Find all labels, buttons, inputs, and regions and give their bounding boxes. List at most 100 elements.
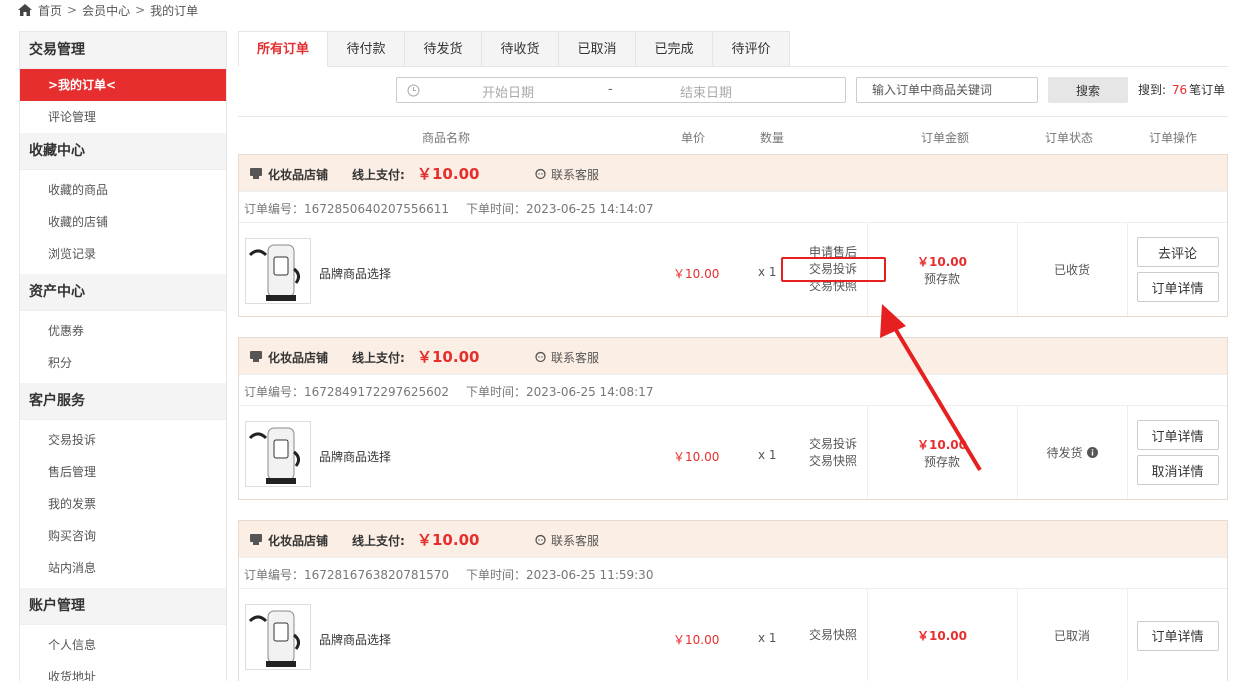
review-button[interactable]: 去评论: [1136, 237, 1219, 267]
sidebar-group-trade: 交易管理: [20, 32, 226, 69]
sidebar-item-my-orders[interactable]: >我的订单<: [20, 69, 226, 101]
sidebar-item-history[interactable]: 浏览记录: [20, 238, 226, 270]
product-name[interactable]: 品牌商品选择: [319, 631, 391, 648]
sidebar-item-points[interactable]: 积分: [20, 347, 226, 379]
search-button[interactable]: 搜索: [1048, 77, 1128, 103]
sidebar-item-fav-shops[interactable]: 收藏的店铺: [20, 206, 226, 238]
trade-snapshot-link[interactable]: 交易快照: [809, 627, 857, 644]
home-icon: [18, 4, 32, 16]
order-detail-button[interactable]: 订单详情: [1136, 420, 1219, 450]
order-links: 交易快照: [799, 589, 867, 681]
sidebar-item-reviews[interactable]: 评论管理: [20, 101, 226, 133]
breadcrumb-home[interactable]: 首页: [38, 2, 62, 19]
date-range-picker[interactable]: 开始日期 - 结束日期: [396, 77, 846, 103]
column-amount: 订单金额: [921, 131, 970, 145]
order-body: 品牌商品选择 ￥10.00 x 1 申请售后 交易投诉 交易快照 ￥10.00 …: [239, 223, 1227, 316]
order-number: 订单编号：1672816763820781570: [244, 568, 450, 582]
sidebar-group-favorites: 收藏中心: [20, 133, 226, 170]
order-operations: 订单详情: [1127, 589, 1228, 681]
result-prefix: 搜到:: [1138, 83, 1167, 97]
sidebar-item-after-sales[interactable]: 售后管理: [20, 456, 226, 488]
filter-bar: 开始日期 - 结束日期 搜索 搜到: 76笔订单: [238, 77, 1228, 117]
payment-label: 线上支付:: [352, 351, 405, 365]
trade-complaint-link[interactable]: 交易投诉: [809, 436, 857, 453]
tab-all-orders[interactable]: 所有订单: [238, 31, 328, 67]
shop-name[interactable]: 化妆品店铺: [268, 532, 328, 549]
tab-pending-payment[interactable]: 待付款: [328, 31, 405, 67]
order-amount: ￥10.00 预存款: [867, 406, 1017, 499]
product-thumbnail[interactable]: [245, 238, 311, 304]
headset-icon: [535, 534, 546, 546]
order-amount: ￥10.00 预存款: [867, 223, 1017, 316]
sidebar-item-profile[interactable]: 个人信息: [20, 629, 226, 661]
order-status: 已收货: [1017, 223, 1127, 316]
trade-snapshot-link[interactable]: 交易快照: [809, 453, 857, 470]
shop-icon: [250, 168, 262, 179]
headset-icon: [535, 168, 546, 180]
shop-name[interactable]: 化妆品店铺: [268, 166, 328, 183]
tab-pending-receipt[interactable]: 待收货: [482, 31, 559, 67]
order-time: 下单时间：2023-06-25 11:59:30: [466, 568, 654, 582]
column-ops: 订单操作: [1149, 131, 1198, 145]
sidebar-item-complaints[interactable]: 交易投诉: [20, 424, 226, 456]
breadcrumb-separator: >: [135, 3, 146, 17]
info-icon[interactable]: [1086, 447, 1098, 458]
tab-completed[interactable]: 已完成: [636, 31, 713, 67]
search-result-count: 搜到: 76 笔订单: [1138, 81, 1225, 98]
sidebar-item-coupons[interactable]: 优惠券: [20, 315, 226, 347]
clock-icon: [407, 84, 420, 96]
order-amount-value: ￥10.00: [917, 254, 967, 269]
order-detail-button[interactable]: 订单详情: [1136, 272, 1219, 302]
breadcrumb-member-center[interactable]: 会员中心: [82, 2, 130, 19]
trade-snapshot-link[interactable]: 交易快照: [809, 278, 857, 295]
quantity: x 1: [758, 265, 777, 279]
order-amount-value: ￥10.00: [917, 629, 967, 643]
product-image: [248, 427, 301, 484]
tab-pending-shipment[interactable]: 待发货: [405, 31, 482, 67]
apply-after-sales-link[interactable]: 申请售后: [809, 244, 857, 261]
start-date-input[interactable]: 开始日期: [482, 82, 534, 101]
sidebar-item-invoices[interactable]: 我的发票: [20, 488, 226, 520]
order-body: 品牌商品选择 ￥10.00 x 1 交易快照 ￥10.00 已取消 订单详情: [239, 589, 1227, 681]
product-image: [248, 610, 301, 667]
shop-name[interactable]: 化妆品店铺: [268, 349, 328, 366]
order-time: 下单时间：2023-06-25 14:08:17: [466, 385, 654, 399]
column-status: 订单状态: [1045, 131, 1094, 145]
product-thumbnail[interactable]: [245, 604, 311, 670]
payment-amount: ￥10.00: [417, 348, 480, 366]
contact-service-link[interactable]: 联系客服: [551, 532, 599, 549]
payment-label: 线上支付:: [352, 534, 405, 548]
order-status: 已取消: [1017, 589, 1127, 681]
order-header: 化妆品店铺 线上支付: ￥10.00 联系客服: [239, 155, 1227, 192]
sidebar-item-inquiries[interactable]: 购买咨询: [20, 520, 226, 552]
tab-pending-review[interactable]: 待评价: [713, 31, 790, 67]
contact-service-link[interactable]: 联系客服: [551, 166, 599, 183]
tab-cancelled[interactable]: 已取消: [559, 31, 636, 67]
keyword-search-input[interactable]: [856, 77, 1038, 103]
end-date-input[interactable]: 结束日期: [680, 82, 732, 101]
order-links: 交易投诉 交易快照: [799, 406, 867, 499]
trade-complaint-link[interactable]: 交易投诉: [809, 261, 857, 278]
order-detail-button[interactable]: 订单详情: [1136, 620, 1219, 651]
contact-service-link[interactable]: 联系客服: [551, 349, 599, 366]
cancel-detail-button[interactable]: 取消详情: [1136, 455, 1219, 485]
order-body: 品牌商品选择 ￥10.00 x 1 交易投诉 交易快照 ￥10.00 预存款 待…: [239, 406, 1227, 499]
product-name[interactable]: 品牌商品选择: [319, 265, 391, 282]
order-number: 订单编号：1672850640207556611: [244, 202, 450, 216]
sidebar-group-account: 账户管理: [20, 588, 226, 625]
sidebar-item-fav-products[interactable]: 收藏的商品: [20, 174, 226, 206]
column-price: 单价: [681, 131, 706, 145]
payment-amount: ￥10.00: [417, 531, 480, 549]
sidebar-item-messages[interactable]: 站内消息: [20, 552, 226, 584]
sidebar-group-assets: 资产中心: [20, 274, 226, 311]
sidebar-group-service: 客户服务: [20, 383, 226, 420]
product-name[interactable]: 品牌商品选择: [319, 448, 391, 465]
product-thumbnail[interactable]: [245, 421, 311, 487]
shop-icon: [250, 534, 262, 545]
payment-method: 预存款: [923, 454, 960, 469]
result-suffix: 笔订单: [1189, 83, 1226, 97]
order-status: 待发货: [1017, 406, 1127, 499]
payment-method: 预存款: [923, 271, 960, 286]
sidebar-item-addresses[interactable]: 收货地址: [20, 661, 226, 681]
order-header: 化妆品店铺 线上支付: ￥10.00 联系客服: [239, 338, 1227, 375]
